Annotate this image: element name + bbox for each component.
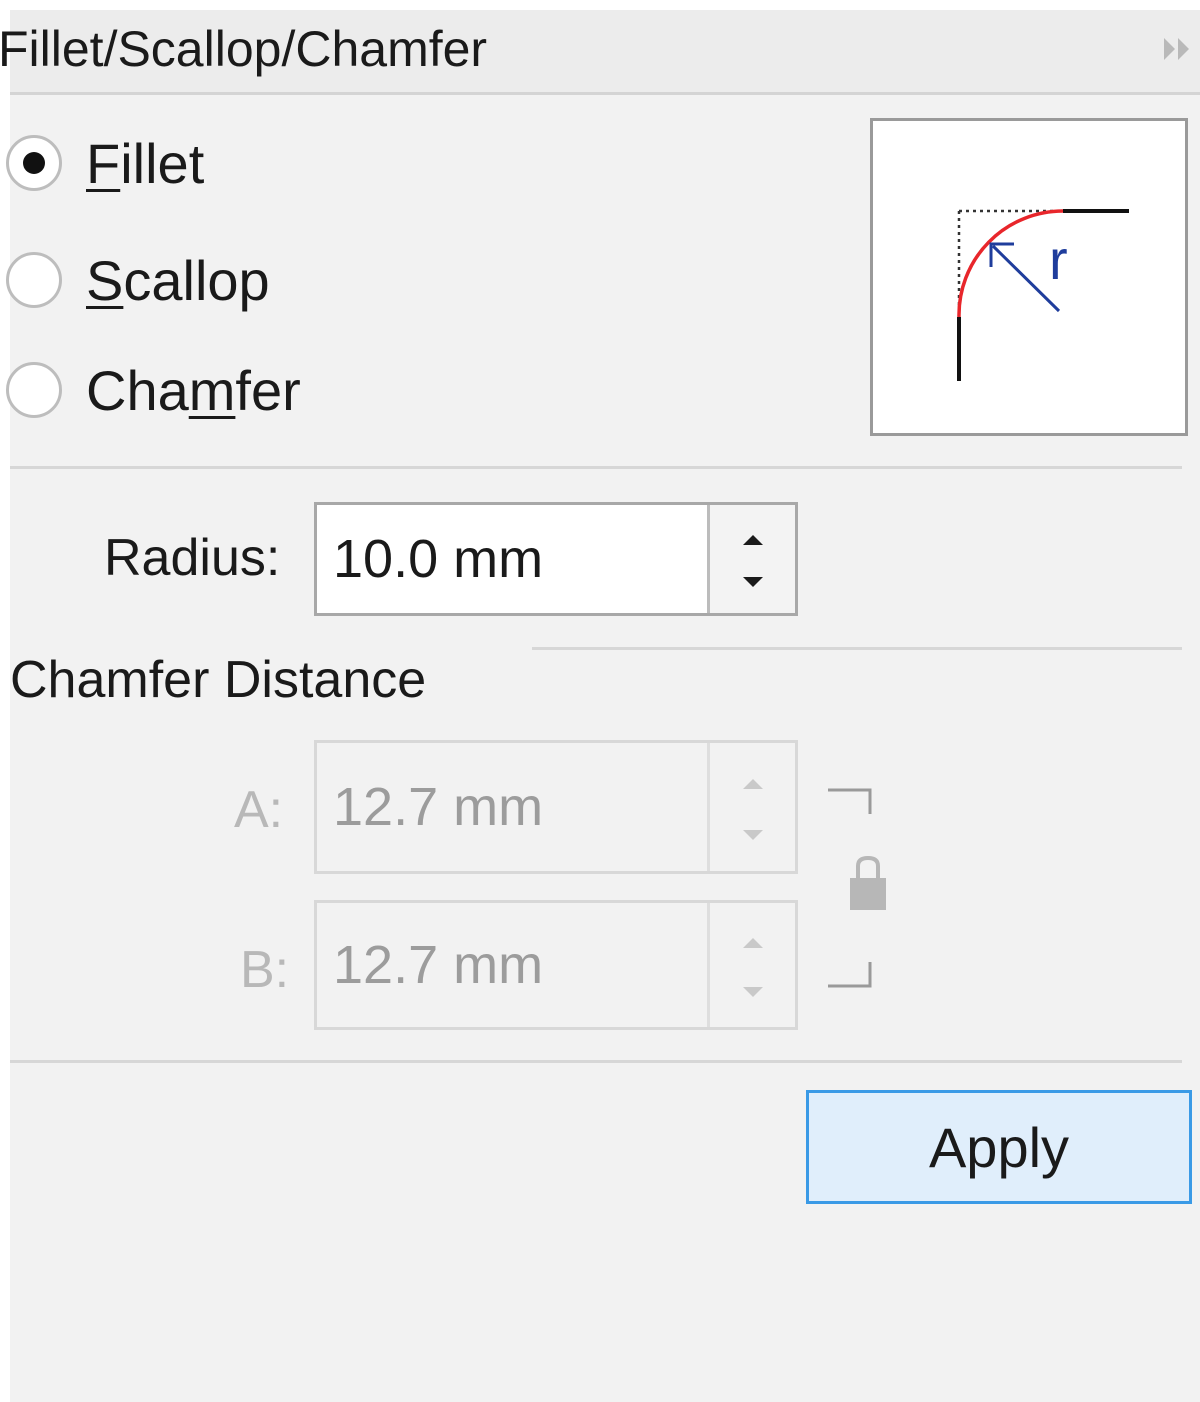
chamfer-b-label: B:	[240, 941, 290, 999]
lock-ratio-toggle[interactable]	[828, 780, 888, 1000]
radius-label: Radius:	[104, 529, 281, 587]
radio-scallop[interactable]: Scallop	[6, 245, 270, 315]
radio-fillet[interactable]: Fillet	[6, 128, 205, 198]
lock-icon[interactable]	[850, 855, 886, 910]
chamfer-b-input[interactable]: 12.7 mm	[333, 934, 543, 996]
chamfer-a-decrement-icon[interactable]	[742, 830, 763, 841]
radio-fillet-indicator[interactable]	[6, 135, 62, 191]
docker-title: Fillet/Scallop/Chamfer	[0, 21, 488, 77]
radio-chamfer[interactable]: Chamfer	[6, 355, 301, 425]
radio-scallop-label: Scallop	[86, 248, 270, 312]
chamfer-a-spin-buttons[interactable]	[707, 743, 795, 871]
chamfer-a-label: A:	[234, 781, 284, 839]
chamfer-b-spinbox[interactable]: 12.7 mm	[314, 900, 798, 1030]
fillet-corner-preview-icon: r	[957, 209, 1129, 381]
chamfer-a-spinbox[interactable]: 12.7 mm	[314, 740, 798, 874]
radius-spin-buttons[interactable]	[707, 505, 795, 613]
separator-actions	[10, 1060, 1182, 1063]
double-chevron-right-icon[interactable]	[1160, 32, 1194, 66]
chamfer-b-increment-icon[interactable]	[742, 937, 763, 948]
radio-scallop-indicator[interactable]	[6, 252, 62, 308]
apply-button[interactable]: Apply	[806, 1090, 1192, 1204]
fillet-scallop-chamfer-docker: Fillet/Scallop/Chamfer Fillet Scallop Ch…	[0, 10, 1200, 1402]
corner-preview: r	[870, 118, 1188, 436]
radius-input[interactable]: 10.0 mm	[333, 528, 543, 590]
separator-chamfer-group	[532, 647, 1182, 650]
separator-options	[10, 466, 1182, 469]
radio-chamfer-label: Chamfer	[86, 358, 301, 422]
chamfer-distance-title: Chamfer Distance	[10, 651, 427, 709]
chamfer-b-spin-buttons[interactable]	[707, 903, 795, 1027]
radius-increment-icon[interactable]	[742, 535, 763, 546]
docker-title-bar: Fillet/Scallop/Chamfer	[0, 10, 1200, 95]
radius-decrement-icon[interactable]	[742, 577, 763, 588]
chamfer-b-decrement-icon[interactable]	[742, 987, 763, 998]
chamfer-a-increment-icon[interactable]	[742, 778, 763, 789]
chamfer-a-input[interactable]: 12.7 mm	[333, 776, 543, 838]
radio-fillet-label: Fillet	[86, 131, 205, 195]
preview-radius-label: r	[1049, 228, 1068, 291]
radio-chamfer-indicator[interactable]	[6, 362, 62, 418]
radius-spinbox[interactable]: 10.0 mm	[314, 502, 798, 616]
